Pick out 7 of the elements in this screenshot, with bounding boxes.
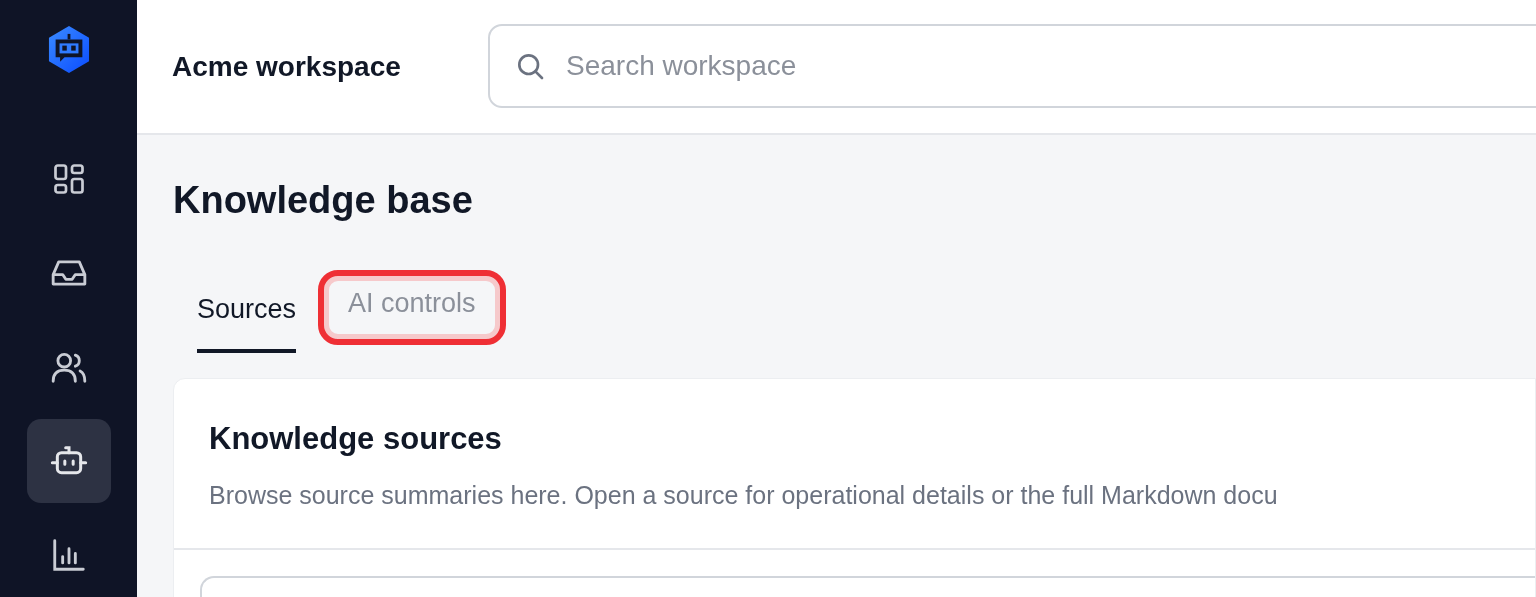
search-field[interactable]: Search workspace	[488, 23, 1536, 108]
page-title: Knowledge base	[173, 178, 474, 223]
sidebar-nav-button[interactable]	[26, 419, 111, 503]
tab[interactable]: Sources	[197, 278, 297, 353]
card-description: Browse source summaries here. Open a source for operational details or the full Markdown docu	[209, 481, 1279, 510]
card-title: Knowledge sources	[209, 420, 503, 458]
workspace-name: Acme workspace	[172, 50, 402, 83]
